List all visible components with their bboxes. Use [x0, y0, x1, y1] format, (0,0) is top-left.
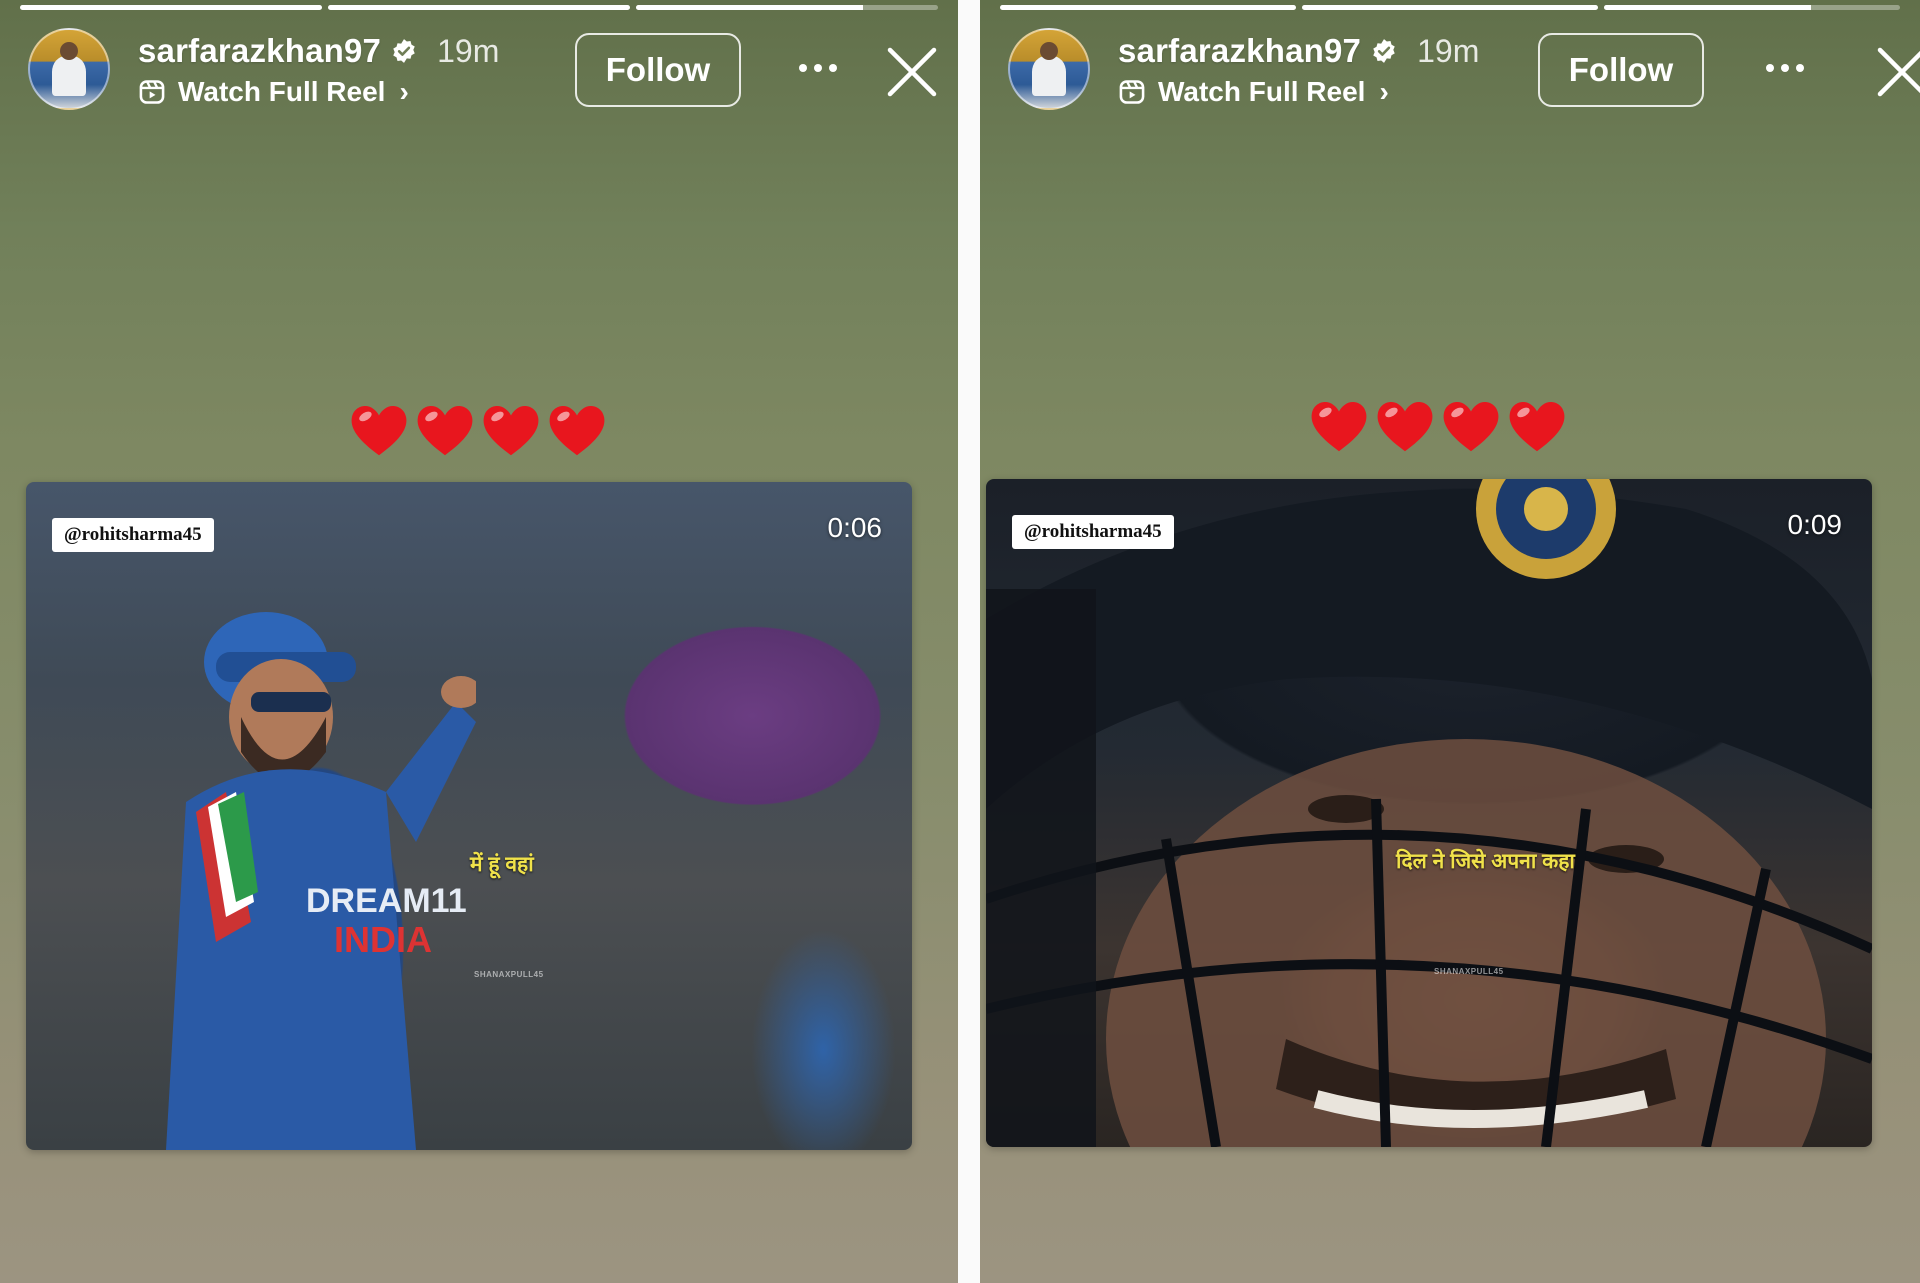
verified-badge-icon — [393, 39, 415, 63]
video-watermark: SHANAXPULL45 — [1434, 967, 1504, 976]
story-header: sarfarazkhan97 19m Watch Full Reel › Fol… — [28, 28, 938, 112]
video-caption: दिल ने जिसे अपना कहा — [1396, 850, 1575, 873]
avatar[interactable] — [28, 28, 110, 110]
close-icon[interactable] — [886, 46, 938, 98]
heart-icon — [1311, 401, 1367, 452]
watch-full-reel-label: Watch Full Reel — [178, 76, 386, 107]
helmet-closeup — [986, 479, 1872, 1147]
mention-tag[interactable]: @rohitsharma45 — [1012, 515, 1174, 549]
progress-segment — [636, 5, 938, 10]
heart-icon — [1443, 401, 1499, 452]
progress-segment — [328, 5, 630, 10]
mention-tag[interactable]: @rohitsharma45 — [52, 518, 214, 552]
player-figure: DREAM11 INDIA — [166, 612, 476, 1150]
progress-segment — [20, 5, 322, 10]
progress-segment — [1302, 5, 1598, 10]
hearts-sticker — [1308, 396, 1568, 456]
follow-button[interactable]: Follow — [575, 33, 741, 107]
heart-icon — [483, 405, 539, 456]
more-horizontal-icon[interactable] — [1760, 48, 1810, 88]
panel-divider — [958, 0, 980, 1283]
reel-icon — [1119, 80, 1145, 104]
jersey-team-text: INDIA — [334, 919, 432, 960]
watch-full-reel-link[interactable]: Watch Full Reel › — [1118, 76, 1389, 108]
hearts-sticker — [348, 400, 608, 460]
story-progress — [20, 5, 938, 10]
video-caption: में हूं वहां — [470, 853, 534, 876]
avatar[interactable] — [1008, 28, 1090, 110]
heart-icon — [549, 405, 605, 456]
stories-viewer: sarfarazkhan97 19m Watch Full Reel › Fol… — [0, 0, 1920, 1283]
reel-video-preview[interactable]: DREAM11 INDIA @rohitsharma45 0:06 में हू… — [26, 482, 912, 1150]
more-horizontal-icon[interactable] — [793, 48, 843, 88]
progress-segment — [1000, 5, 1296, 10]
watch-full-reel-label: Watch Full Reel — [1158, 76, 1366, 107]
username[interactable]: sarfarazkhan97 — [1118, 32, 1361, 70]
story-panel-2[interactable]: sarfarazkhan97 19m Watch Full Reel › Fol… — [980, 0, 1920, 1283]
close-icon[interactable] — [1876, 46, 1920, 98]
story-header: sarfarazkhan97 19m Watch Full Reel › Fol… — [1008, 28, 1920, 112]
story-progress — [1000, 5, 1900, 10]
heart-icon — [1509, 401, 1565, 452]
verified-badge-icon — [1373, 39, 1395, 63]
jersey-sponsor-text: DREAM11 — [306, 882, 467, 920]
post-time: 19m — [1417, 32, 1480, 69]
video-duration: 0:06 — [827, 512, 883, 543]
chevron-right-icon: › — [1379, 76, 1389, 107]
username[interactable]: sarfarazkhan97 — [138, 32, 381, 70]
video-watermark: SHANAXPULL45 — [474, 970, 544, 979]
reel-video-preview[interactable]: @rohitsharma45 0:09 दिल ने जिसे अपना कहा… — [986, 479, 1872, 1147]
heart-icon — [1377, 401, 1433, 452]
post-time: 19m — [437, 32, 500, 69]
follow-button[interactable]: Follow — [1538, 33, 1704, 107]
chevron-right-icon: › — [399, 76, 409, 107]
heart-icon — [417, 405, 473, 456]
heart-icon — [351, 405, 407, 456]
watch-full-reel-link[interactable]: Watch Full Reel › — [138, 76, 409, 108]
video-duration: 0:09 — [1787, 509, 1843, 540]
progress-segment — [1604, 5, 1900, 10]
story-panel-1[interactable]: sarfarazkhan97 19m Watch Full Reel › Fol… — [0, 0, 958, 1283]
reel-icon — [139, 80, 165, 104]
